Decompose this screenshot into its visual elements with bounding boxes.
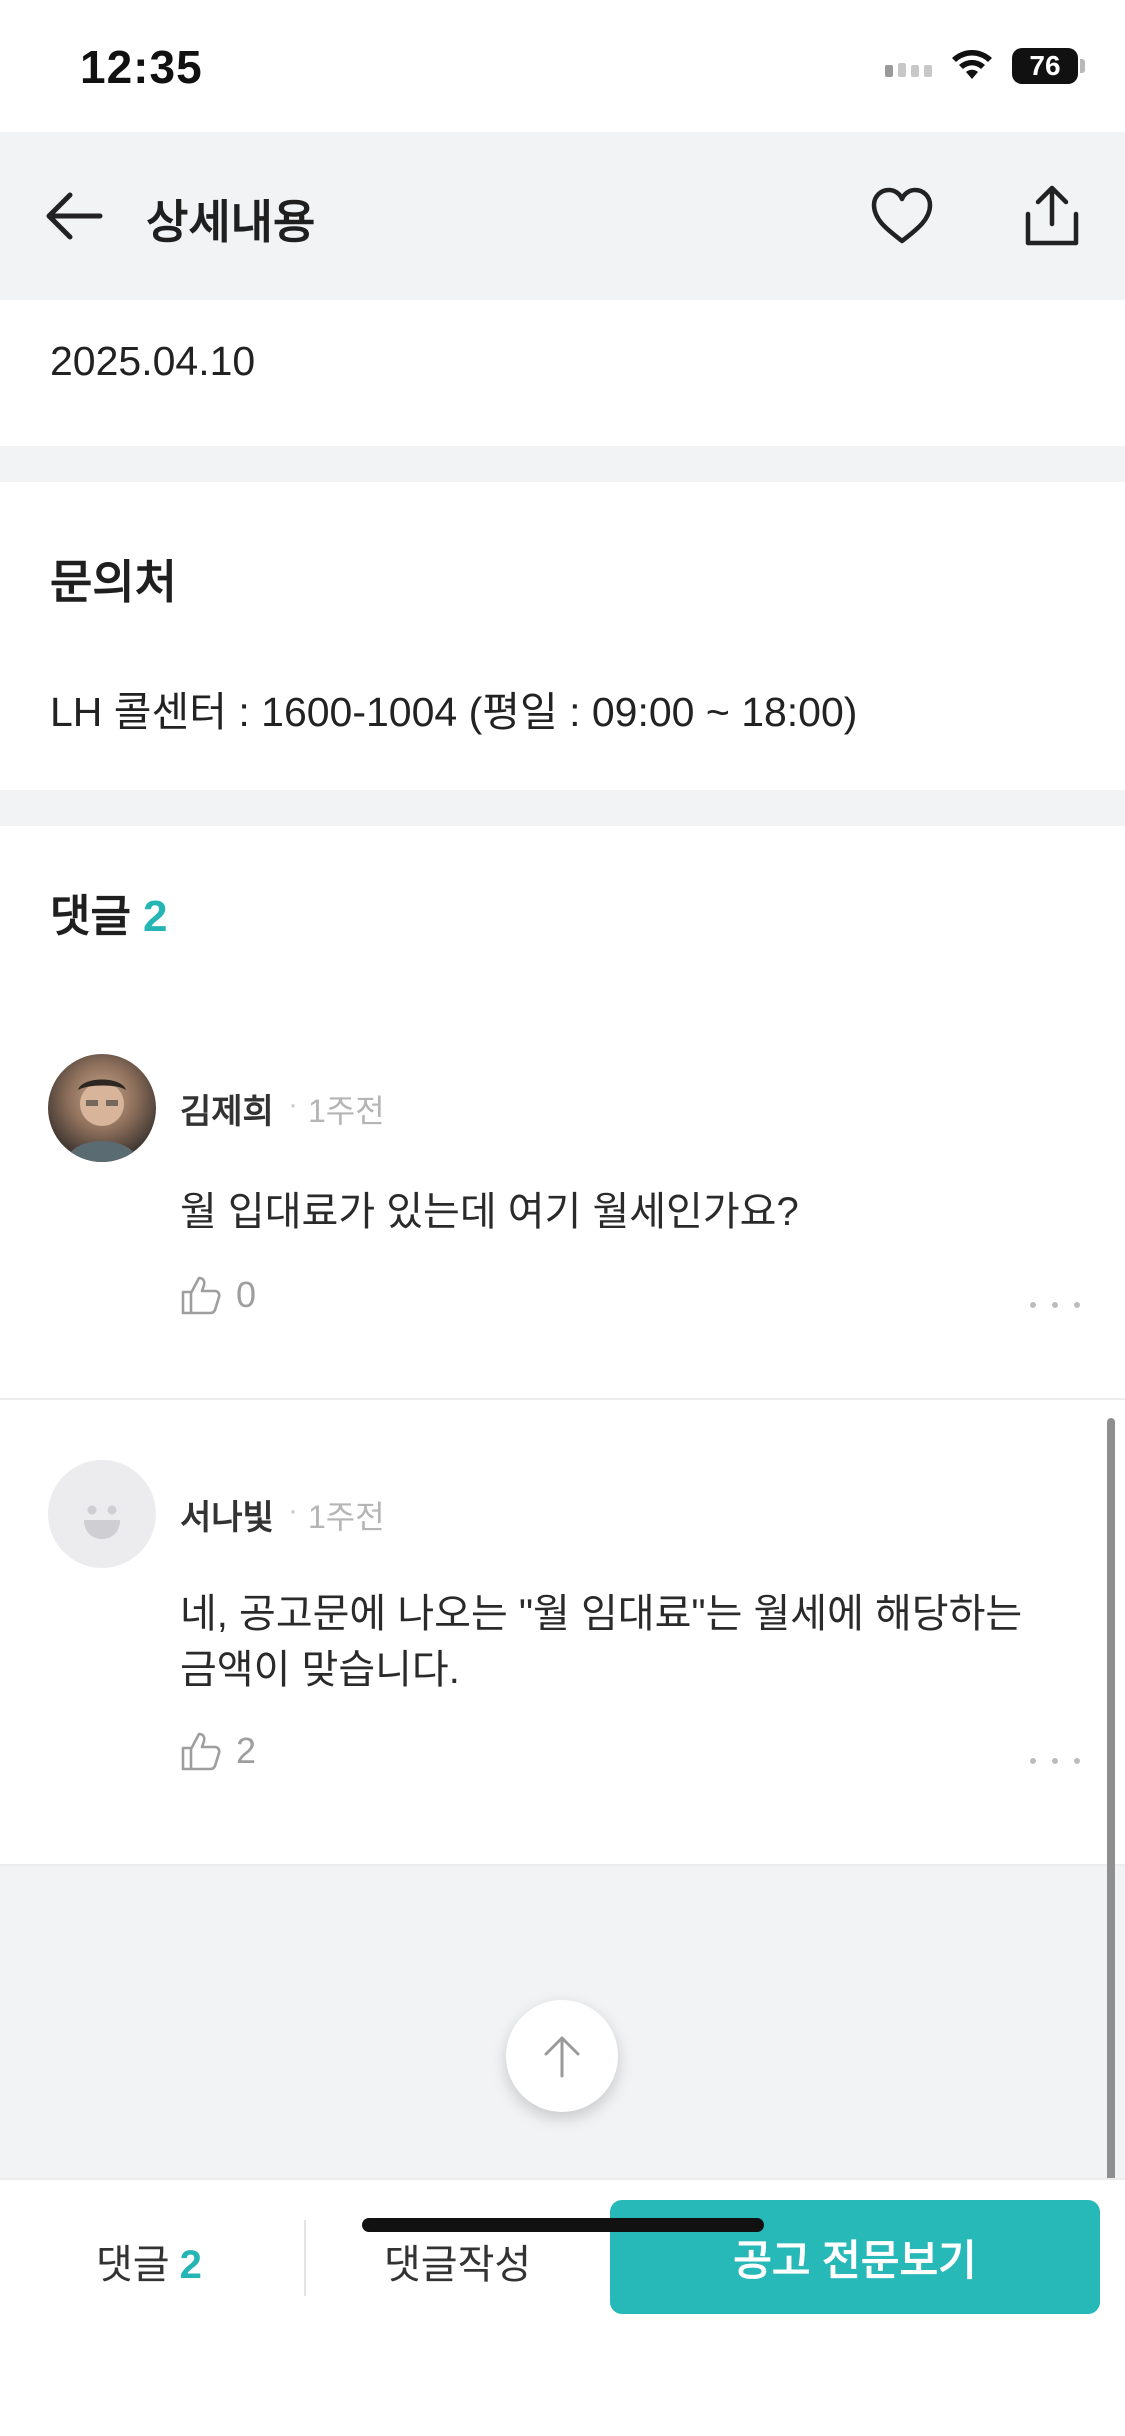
comment-text: 월 입대료가 있는데 여기 월세인가요? [180,1190,799,1234]
write-comment-button[interactable]: 댓글작성 [384,2232,531,2290]
thumbs-up-icon [181,1276,221,1315]
comments-title: 댓글 [50,892,131,941]
comments-tab-count: 2 [179,2243,202,2287]
thumbs-up-icon [181,1732,221,1771]
wifi-icon [952,50,992,79]
arrow-left-icon [46,192,103,240]
comment-item: 서나빛 · 1주전 네, 공고문에 나오는 "월 임대료"는 월세에 해당하는 … [0,1400,1125,1866]
more-options-button[interactable] [1030,1746,1080,1776]
comment-time: 1주전 [308,1093,385,1129]
cellular-signal-icon [885,55,932,77]
section-divider [0,790,1125,826]
battery-icon: 76 [1012,48,1085,84]
avatar[interactable] [48,1054,156,1162]
contact-section: 문의처 LH 콜센터 : 1600-1004 (평일 : 09:00 ~ 18:… [0,482,1125,790]
avatar[interactable] [48,1460,156,1568]
contact-info: LH 콜센터 : 1600-1004 (평일 : 09:00 ~ 18:00) [50,689,858,735]
like-count: 0 [236,1274,257,1315]
divider [304,2220,306,2296]
comment-item: 김제희 · 1주전 월 입대료가 있는데 여기 월세인가요? 0 [0,1010,1125,1400]
more-options-button[interactable] [1030,1290,1080,1320]
user-photo-icon [66,1079,138,1162]
status-bar: 12:35 76 [0,0,1125,132]
like-count: 2 [236,1730,257,1771]
bottom-action-bar: 댓글 2 댓글작성 공고 전문보기 [0,2178,1125,2436]
status-icons: 76 [885,48,1085,84]
contact-title: 문의처 [50,556,177,608]
share-icon [1025,185,1079,246]
page-title: 상세내용 [146,196,316,248]
heart-icon [871,187,933,244]
default-avatar-icon [84,1505,120,1539]
app-header: 상세내용 [0,132,1125,300]
date-section: 2025.04.10 [0,300,1125,446]
section-divider [0,446,1125,482]
comments-count: 2 [142,892,168,941]
arrow-up-icon [544,2036,580,2078]
comment-author: 김제희 [180,1093,274,1131]
favorite-button[interactable] [862,178,942,254]
scroll-to-top-button[interactable] [506,2000,618,2112]
like-button[interactable]: 0 [180,1274,256,1316]
home-indicator[interactable] [362,2218,764,2232]
comments-tab-button[interactable]: 댓글 2 [96,2232,202,2290]
battery-level: 76 [1012,48,1078,84]
posting-date: 2025.04.10 [50,338,256,384]
like-button[interactable]: 2 [180,1730,256,1772]
comment-author: 서나빛 [180,1499,274,1537]
comments-tab-label: 댓글 [96,2243,170,2287]
separator-dot: · [288,1494,298,1527]
share-button[interactable] [1012,176,1092,256]
comment-time: 1주전 [308,1499,385,1535]
separator-dot: · [288,1088,298,1121]
back-button[interactable] [36,178,112,254]
comment-text: 네, 공고문에 나오는 "월 임대료"는 월세에 해당하는 금액이 맞습니다. [180,1592,1023,1692]
status-time: 12:35 [80,41,203,93]
comments-header: 댓글 2 [50,880,167,944]
